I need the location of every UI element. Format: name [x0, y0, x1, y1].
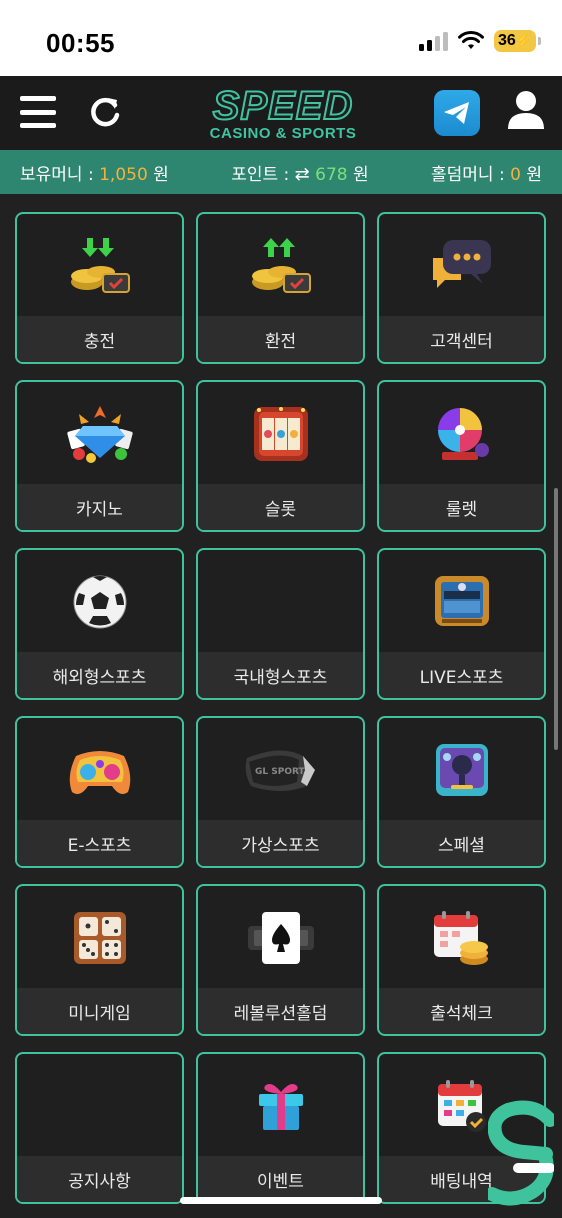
chat-bubble-icon	[379, 214, 544, 318]
tile-label: 카지노	[17, 484, 182, 530]
tile-label: 고객센터	[379, 316, 544, 362]
diamond-casino-icon	[17, 382, 182, 486]
menu-hamburger-icon[interactable]	[20, 96, 56, 128]
refresh-icon[interactable]	[86, 93, 124, 131]
tile-label: 출석체크	[379, 988, 544, 1034]
home-indicator[interactable]	[180, 1197, 382, 1204]
tile-esports[interactable]: E-스포츠	[15, 716, 184, 868]
tile-notice[interactable]: 공지사항	[15, 1052, 184, 1204]
coin-withdraw-icon	[198, 214, 363, 318]
tile-label: 레볼루션홀덤	[198, 988, 363, 1034]
gift-box-icon	[198, 1054, 363, 1158]
points-label: 포인트 :	[231, 164, 295, 185]
tile-label: 국내형스포츠	[198, 652, 363, 698]
tile-label: 스페셜	[379, 820, 544, 866]
tile-customer-center[interactable]: 고객센터	[377, 212, 546, 364]
balance-label: 보유머니 :	[20, 164, 100, 185]
tile-revolution-holdem[interactable]: 레볼루션홀덤	[196, 884, 365, 1036]
balance-money: 보유머니 : 1,050 원	[20, 160, 169, 185]
tile-label: 미니게임	[17, 988, 182, 1034]
holdem-label: 홀덤머니 :	[431, 164, 511, 185]
tile-slot[interactable]: 슬롯	[196, 380, 365, 532]
battery-indicator: 36 ⚡	[494, 30, 541, 52]
telegram-icon	[444, 102, 469, 124]
charging-bolt-icon: ⚡	[515, 33, 532, 48]
points-unit: 원	[347, 164, 369, 185]
holdem-money: 홀덤머니 : 0 원	[431, 160, 542, 185]
dice-board-icon	[17, 886, 182, 990]
tile-label: 슬롯	[198, 484, 363, 530]
tile-casino[interactable]: 카지노	[15, 380, 184, 532]
status-icons: 36 ⚡	[419, 30, 541, 52]
tile-event[interactable]: 이벤트	[196, 1052, 365, 1204]
tile-deposit[interactable]: 충전	[15, 212, 184, 364]
tile-withdraw[interactable]: 환전	[196, 212, 365, 364]
svg-text:GL SPORT: GL SPORT	[255, 767, 306, 777]
tile-label: 공지사항	[17, 1156, 182, 1202]
roulette-wheel-icon	[379, 382, 544, 486]
scrollbar[interactable]	[554, 488, 558, 750]
slot-machine-icon	[198, 382, 363, 486]
battery-level: 36	[498, 32, 516, 49]
tile-label: 환전	[198, 316, 363, 362]
holdem-value: 0	[510, 164, 521, 185]
tile-label: E-스포츠	[17, 820, 182, 866]
vr-headset-icon: GL SPORT	[198, 718, 363, 822]
tile-live-sports[interactable]: LIVE스포츠	[377, 548, 546, 700]
user-profile-icon[interactable]	[506, 89, 546, 131]
tile-virtual-sports[interactable]: GL SPORT 가상스포츠	[196, 716, 365, 868]
tile-icon-area	[198, 550, 363, 654]
tile-roulette[interactable]: 룰렛	[377, 380, 546, 532]
tile-label: 가상스포츠	[198, 820, 363, 866]
cellular-signal-icon	[419, 31, 448, 51]
points[interactable]: 포인트 : ⇄ 678 원	[231, 160, 368, 185]
balance-bar: 보유머니 : 1,050 원 포인트 : ⇄ 678 원 홀덤머니 : 0 원	[0, 150, 562, 194]
menu-grid: 충전 환전 고객센터 카지노 슬롯 룰렛 해외형스포츠 국내형스포츠 LIVE스…	[15, 212, 549, 1204]
balance-unit: 원	[147, 164, 169, 185]
tile-label: LIVE스포츠	[379, 652, 544, 698]
calendar-coins-icon	[379, 886, 544, 990]
tile-attendance[interactable]: 출석체크	[377, 884, 546, 1036]
wifi-icon	[458, 31, 484, 49]
gamepad-icon	[17, 718, 182, 822]
logo-subtitle: CASINO & SPORTS	[209, 125, 357, 142]
coin-deposit-icon	[17, 214, 182, 318]
tile-minigame[interactable]: 미니게임	[15, 884, 184, 1036]
tile-label: 해외형스포츠	[17, 652, 182, 698]
points-value: 678	[315, 164, 348, 185]
tile-label: 룰렛	[379, 484, 544, 530]
tile-icon-area	[17, 1054, 182, 1158]
tv-screen-icon	[379, 550, 544, 654]
tile-special[interactable]: 스페셜	[377, 716, 546, 868]
tile-label: 충전	[17, 316, 182, 362]
holdem-unit: 원	[520, 164, 542, 185]
telegram-button[interactable]	[434, 90, 480, 136]
balance-value: 1,050	[99, 164, 148, 185]
spade-card-icon	[198, 886, 363, 990]
status-bar: 00:55 36 ⚡	[0, 0, 562, 76]
tile-label: 이벤트	[198, 1156, 363, 1202]
microphone-icon	[379, 718, 544, 822]
status-time: 00:55	[46, 28, 115, 58]
tile-domestic-sports[interactable]: 국내형스포츠	[196, 548, 365, 700]
site-logo[interactable]: SPEED CASINO & SPORTS	[198, 84, 368, 144]
tile-overseas-sports[interactable]: 해외형스포츠	[15, 548, 184, 700]
app-header: SPEED CASINO & SPORTS	[0, 76, 562, 150]
floating-s-logo-icon[interactable]	[488, 1100, 554, 1210]
logo-title: SPEED	[212, 84, 354, 128]
swap-arrows-icon[interactable]: ⇄	[295, 164, 310, 185]
soccer-ball-icon	[17, 550, 182, 654]
